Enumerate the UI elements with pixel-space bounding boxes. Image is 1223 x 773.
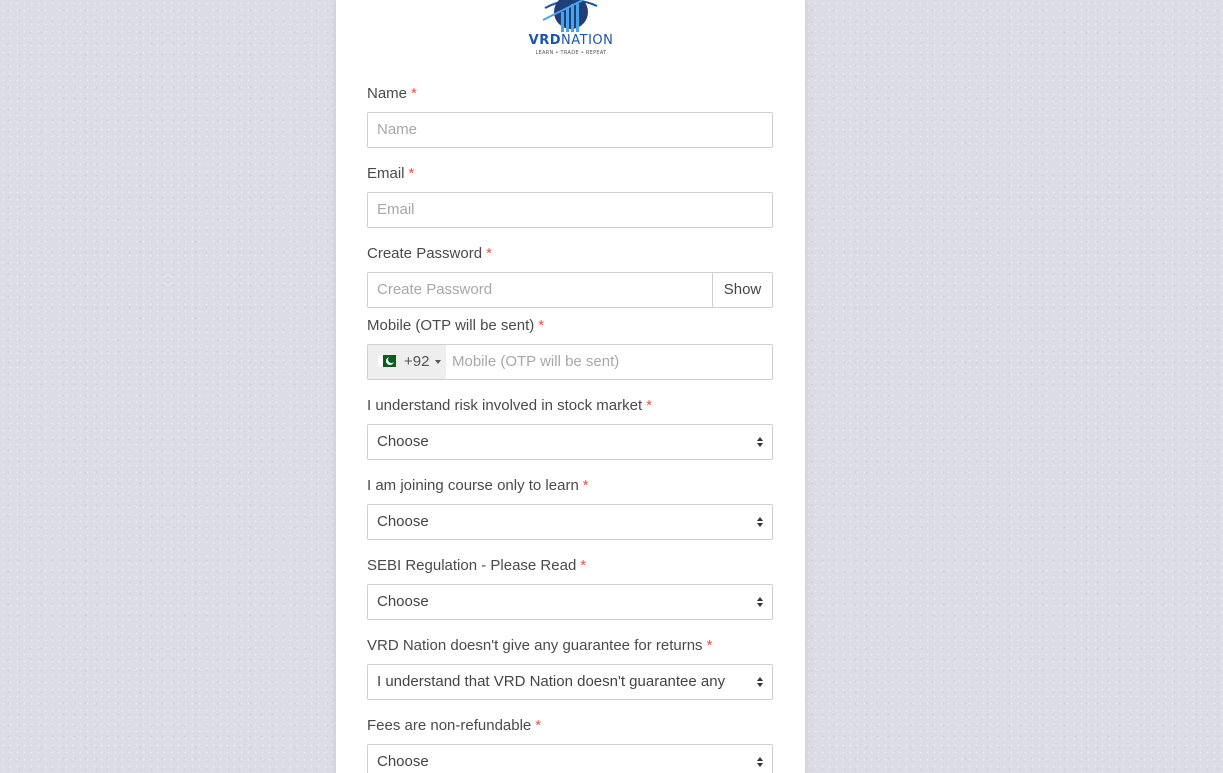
select-arrows-icon [757, 597, 764, 608]
globe-chart-icon [542, 0, 598, 32]
required-asterisk: * [411, 85, 417, 102]
pakistan-flag-icon [378, 355, 396, 367]
caret-down-icon [435, 360, 441, 364]
required-asterisk: * [535, 717, 542, 734]
required-asterisk: * [486, 245, 492, 262]
logo-wordmark: VRDNATION [528, 33, 614, 48]
risk-label: I understand risk involved in stock mark… [367, 397, 652, 414]
required-asterisk: * [408, 165, 415, 182]
select-arrows-icon [757, 677, 764, 688]
select-arrows-icon [757, 517, 764, 528]
guarantee-label: VRD Nation doesn't give any guarantee fo… [367, 637, 713, 654]
dial-code: +92 [404, 353, 430, 370]
required-asterisk: * [582, 477, 589, 494]
required-asterisk: * [580, 557, 587, 574]
sebi-select[interactable]: Choose [367, 584, 773, 620]
show-password-button[interactable]: Show [712, 272, 773, 308]
learn-label: I am joining course only to learn * [367, 477, 589, 494]
learn-select[interactable]: Choose [367, 504, 773, 540]
required-asterisk: * [706, 637, 713, 654]
registration-card: VRDNATION LEARN • TRADE • REPEAT Name * N… [335, 0, 806, 773]
fees-label: Fees are non-refundable * [367, 717, 542, 734]
name-input[interactable]: Name [367, 112, 773, 148]
mobile-input[interactable]: Mobile (OTP will be sent) [452, 345, 619, 379]
select-arrows-icon [757, 757, 764, 768]
required-asterisk: * [538, 317, 545, 334]
risk-select[interactable]: Choose [367, 424, 773, 460]
mobile-label: Mobile (OTP will be sent) * [367, 317, 545, 334]
password-input[interactable]: Create Password [367, 272, 712, 308]
required-asterisk: * [646, 397, 652, 414]
name-label: Name * [367, 85, 417, 102]
password-label: Create Password * [367, 245, 492, 262]
email-label: Email * [367, 165, 415, 182]
vrd-nation-logo: VRDNATION LEARN • TRADE • REPEAT [523, 0, 619, 58]
sebi-label: SEBI Regulation - Please Read * [367, 557, 587, 574]
email-input[interactable]: Email [367, 192, 773, 228]
logo-tagline: LEARN • TRADE • REPEAT [535, 50, 607, 56]
country-code-dropdown[interactable]: +92 [368, 345, 446, 379]
guarantee-select[interactable]: I understand that VRD Nation doesn't gua… [367, 664, 773, 700]
fees-select[interactable]: Choose [367, 744, 773, 773]
select-arrows-icon [757, 437, 764, 448]
mobile-field: +92 Mobile (OTP will be sent) [367, 344, 773, 380]
